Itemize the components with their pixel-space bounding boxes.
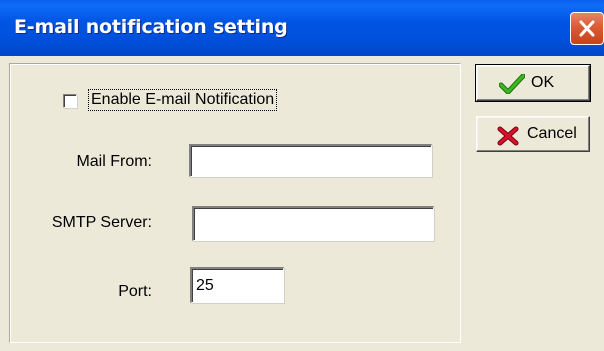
- x-icon: [497, 126, 519, 151]
- mail-from-label: Mail From:: [76, 153, 152, 170]
- ok-button-label: OK: [531, 74, 555, 91]
- close-button[interactable]: [570, 12, 604, 45]
- enable-email-label[interactable]: Enable E-mail Notification: [87, 89, 278, 111]
- cancel-button[interactable]: Cancel: [476, 116, 590, 152]
- ok-button[interactable]: OK: [475, 64, 591, 102]
- mail-from-input[interactable]: [189, 144, 432, 177]
- dialog-window: E-mail notification setting Enable E-mai…: [0, 0, 604, 351]
- port-label: Port:: [118, 283, 152, 300]
- smtp-server-input[interactable]: [192, 206, 434, 241]
- title-bar[interactable]: E-mail notification setting: [0, 0, 604, 56]
- port-input[interactable]: [190, 267, 284, 303]
- window-title: E-mail notification setting: [14, 16, 288, 38]
- smtp-server-label: SMTP Server:: [51, 214, 152, 231]
- enable-email-checkbox[interactable]: [63, 94, 77, 108]
- cancel-button-label: Cancel: [527, 125, 577, 142]
- checkmark-icon: [498, 73, 526, 99]
